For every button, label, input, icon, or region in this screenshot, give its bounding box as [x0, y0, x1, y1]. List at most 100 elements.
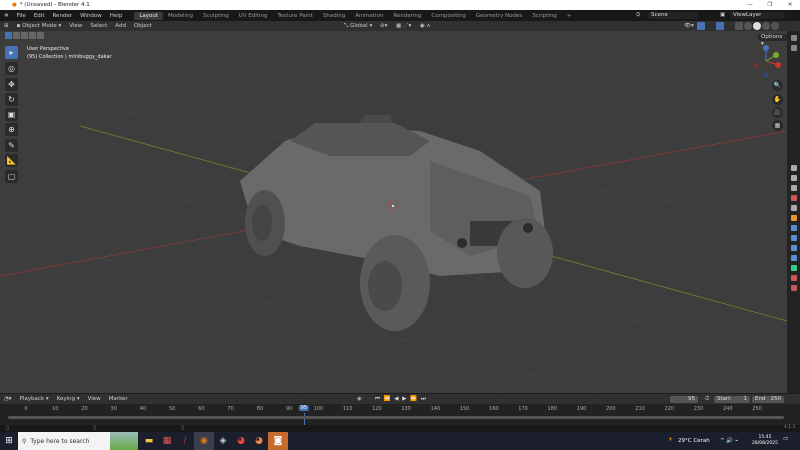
file-explorer-icon[interactable]: ▬	[140, 432, 158, 450]
weather-text[interactable]: 29°C Cerah	[678, 438, 710, 444]
wireframe-shading[interactable]	[744, 22, 752, 30]
windows-start-icon[interactable]: ⊞	[0, 432, 18, 450]
view-layer-tab-icon[interactable]	[790, 175, 797, 181]
menu-add[interactable]: Add	[111, 23, 130, 29]
tool-tab-icon[interactable]	[790, 35, 797, 41]
select-new-button[interactable]	[5, 32, 12, 39]
tab-texture-paint[interactable]: Texture Paint	[272, 12, 318, 20]
select-invert-button[interactable]	[29, 32, 36, 39]
tab-scripting[interactable]: Scripting	[527, 12, 561, 20]
material-shading[interactable]	[762, 22, 770, 30]
object-tab-icon[interactable]	[790, 215, 797, 221]
pan-view-icon[interactable]: ✋	[772, 94, 783, 105]
xray-toggle[interactable]	[735, 22, 743, 30]
cursor-tool[interactable]: ◎	[5, 62, 18, 75]
annotate-tool[interactable]: ✎	[5, 139, 18, 152]
chrome-profile-icon[interactable]: ◕	[250, 432, 268, 450]
tab-layout[interactable]: Layout	[134, 11, 164, 20]
mode-dropdown[interactable]: ▪ Object Mode ▾	[13, 23, 66, 29]
menu-render[interactable]: Render	[48, 13, 76, 19]
menu-object[interactable]: Object	[130, 23, 156, 29]
inkscape-icon[interactable]: ◈	[214, 432, 232, 450]
menu-keying[interactable]: Keying ▾	[53, 396, 84, 402]
clock[interactable]: 15:45 28/08/2025	[752, 435, 778, 447]
add-cube-tool[interactable]: ▢	[5, 170, 18, 183]
menu-file[interactable]: File	[13, 13, 30, 19]
pen-app-icon[interactable]: /	[176, 432, 194, 450]
modifier-tab-icon[interactable]	[790, 225, 797, 231]
rendered-shading[interactable]	[771, 22, 779, 30]
tab-shading[interactable]: Shading	[318, 12, 350, 20]
solid-shading[interactable]	[753, 22, 761, 30]
menu-view[interactable]: View	[65, 23, 86, 29]
proportional-edit-icon[interactable]: ◉ ∧	[416, 23, 435, 29]
menu-select[interactable]: Select	[86, 23, 111, 29]
tab-rendering[interactable]: Rendering	[388, 12, 426, 20]
taskbar-search[interactable]: ⚲ Type here to search	[18, 432, 138, 450]
start-frame-field[interactable]: Start 1	[714, 395, 750, 403]
select-subtract-button[interactable]	[21, 32, 28, 39]
gizmo-toggle[interactable]	[697, 22, 705, 30]
menu-window[interactable]: Window	[76, 13, 106, 19]
discord-icon[interactable]: ◙	[268, 432, 288, 450]
scale-tool[interactable]: ▣	[5, 108, 18, 121]
add-workspace-button[interactable]: +	[562, 12, 577, 20]
transform-tool[interactable]: ⊕	[5, 123, 18, 136]
select-intersect-button[interactable]	[37, 32, 44, 39]
auto-key-button[interactable]: ◉	[357, 396, 362, 402]
select-extend-button[interactable]	[13, 32, 20, 39]
snap-icon[interactable]: ▦ ⋰▾	[392, 23, 415, 29]
scene-field[interactable]: Scene	[648, 12, 698, 19]
particles-tab-icon[interactable]	[790, 235, 797, 241]
timeline-scrollbar[interactable]	[8, 416, 784, 419]
pivot-icon[interactable]: ⊘▾	[376, 23, 391, 29]
physics-tab-icon[interactable]	[790, 245, 797, 251]
chrome-icon[interactable]: ◕	[232, 432, 250, 450]
maximize-button[interactable]: ❐	[760, 0, 780, 10]
playback-controls[interactable]: ⏮ ⏪ ◀ ▶ ⏩ ⏭	[375, 396, 427, 403]
timeline-area[interactable]: 0 10 20 30 40 50 60 70 80 90 100 110 120 130 140 150 160…	[0, 404, 800, 425]
menu-timeline-view[interactable]: View	[84, 396, 105, 402]
tab-modeling[interactable]: Modeling	[163, 12, 198, 20]
texture-tab-icon[interactable]	[790, 285, 797, 291]
timeline-editor-icon[interactable]: ◔▾	[0, 396, 16, 402]
visibility-icon[interactable]: 👁▾	[680, 23, 698, 29]
world-tab-icon[interactable]	[790, 195, 797, 201]
menu-marker[interactable]: Marker	[105, 396, 132, 402]
menu-edit[interactable]: Edit	[30, 13, 49, 19]
rotate-tool[interactable]: ↻	[5, 93, 18, 106]
menu-help[interactable]: Help	[106, 13, 127, 19]
material-tab-icon[interactable]	[790, 275, 797, 281]
tab-sculpting[interactable]: Sculpting	[198, 12, 234, 20]
blender-menu-icon[interactable]: ✲	[0, 13, 13, 19]
menu-playback[interactable]: Playback ▾	[16, 396, 53, 402]
tab-uv-editing[interactable]: UV Editing	[234, 12, 273, 20]
3d-viewport[interactable]: User Perspective (95) Collection | minib…	[0, 31, 787, 393]
overlay-toggle[interactable]	[716, 22, 724, 30]
editor-type-icon[interactable]: ⊞	[0, 23, 13, 29]
playhead-line[interactable]	[303, 413, 305, 425]
camera-view-icon[interactable]: 🎥	[772, 107, 783, 118]
move-tool[interactable]: ✥	[5, 78, 18, 91]
end-frame-field[interactable]: End 250	[752, 395, 784, 403]
blender-taskbar-icon[interactable]: ◉	[194, 432, 214, 450]
zoom-view-icon[interactable]: 🔍	[772, 80, 783, 91]
perspective-toggle-icon[interactable]: ▦	[772, 120, 783, 131]
tab-compositing[interactable]: Compositing	[426, 12, 470, 20]
close-button[interactable]: ✕	[780, 0, 800, 10]
navigation-gizmo[interactable]	[750, 43, 782, 79]
output-tab-icon[interactable]	[790, 165, 797, 171]
measure-tool[interactable]: 📐	[5, 154, 18, 167]
collection-tab-icon[interactable]	[790, 205, 797, 211]
tab-animation[interactable]: Animation	[350, 12, 388, 20]
minimize-button[interactable]: —	[740, 0, 760, 10]
scene-tab-icon[interactable]	[790, 185, 797, 191]
tab-geometry-nodes[interactable]: Geometry Nodes	[471, 12, 527, 20]
constraints-tab-icon[interactable]	[790, 255, 797, 261]
data-tab-icon[interactable]	[790, 265, 797, 271]
tray-icons[interactable]: ^ 🔊 ⌁	[720, 438, 738, 444]
options-dropdown[interactable]: Options ▾	[758, 34, 787, 47]
view-layer-field[interactable]: ViewLayer	[730, 12, 785, 19]
app-icon[interactable]: ▦	[158, 432, 176, 450]
orientation-dropdown[interactable]: ⤡ Global ▾	[340, 23, 376, 30]
